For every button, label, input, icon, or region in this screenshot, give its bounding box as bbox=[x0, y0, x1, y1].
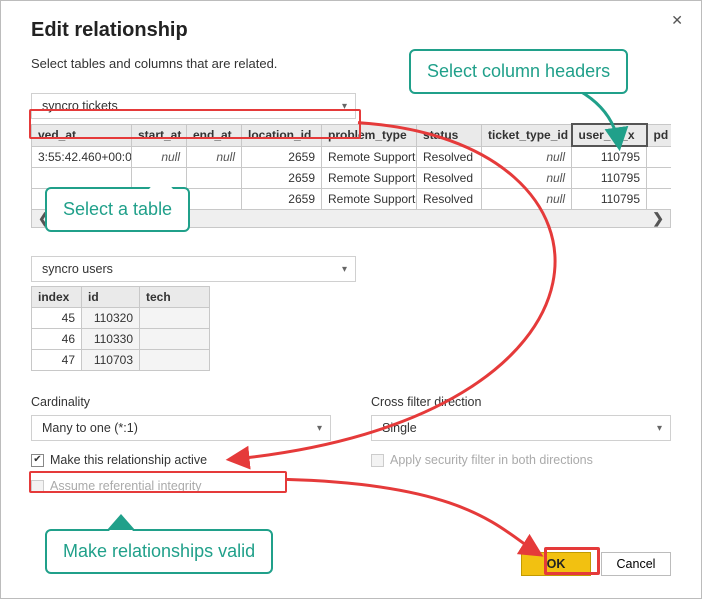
cell: Remote Support bbox=[322, 189, 417, 210]
horizontal-scrollbar[interactable]: ❮ ❯ bbox=[31, 210, 671, 228]
cancel-button[interactable]: Cancel bbox=[601, 552, 671, 576]
col-header[interactable]: id bbox=[82, 287, 140, 308]
cell: 110795 bbox=[572, 189, 647, 210]
cell: 46 bbox=[32, 329, 82, 350]
col-header-selected[interactable]: user_id_x bbox=[572, 124, 647, 146]
apply-security-checkbox-row: Apply security filter in both directions bbox=[371, 453, 671, 467]
cell bbox=[132, 168, 187, 189]
dialog-subtitle: Select tables and columns that are relat… bbox=[31, 56, 671, 71]
cell: Remote Support bbox=[322, 146, 417, 168]
cell: 3:55:42.460+00:00 bbox=[32, 146, 132, 168]
cell: 110703 bbox=[82, 350, 140, 371]
cell: 2659 bbox=[242, 189, 322, 210]
chevron-down-icon: ▾ bbox=[342, 264, 347, 275]
table-row: 2659 Remote Support Resolved null 110795 bbox=[32, 189, 672, 210]
cell: 110320 bbox=[82, 308, 140, 329]
cell: null bbox=[482, 189, 572, 210]
close-icon[interactable]: ✕ bbox=[667, 9, 687, 31]
col-header[interactable]: index bbox=[32, 287, 82, 308]
to-table-preview: index id tech 45 110320 46 110330 bbox=[31, 286, 671, 371]
table-row: 45 110320 bbox=[32, 308, 210, 329]
table-row: 46 110330 bbox=[32, 329, 210, 350]
table-row: 3:55:42.460+00:00 null null 2659 Remote … bbox=[32, 146, 672, 168]
scroll-left-icon[interactable]: ❮ bbox=[32, 210, 56, 227]
cell bbox=[187, 189, 242, 210]
col-header[interactable]: status bbox=[417, 124, 482, 146]
cell bbox=[647, 146, 672, 168]
crossfilter-label: Cross filter direction bbox=[371, 395, 671, 409]
cell: Resolved bbox=[417, 168, 482, 189]
cell: Resolved bbox=[417, 146, 482, 168]
col-header[interactable]: end_at bbox=[187, 124, 242, 146]
to-table-value: syncro users bbox=[42, 262, 113, 276]
cell: null bbox=[132, 146, 187, 168]
from-table-preview: ved_at start_at end_at location_id probl… bbox=[31, 123, 671, 228]
assume-integrity-checkbox bbox=[31, 480, 44, 493]
table-row: 2659 Remote Support Resolved null 110795 bbox=[32, 168, 672, 189]
table-row: 47 110703 bbox=[32, 350, 210, 371]
col-header[interactable]: problem_type bbox=[322, 124, 417, 146]
cell: null bbox=[187, 146, 242, 168]
cell bbox=[647, 168, 672, 189]
chevron-down-icon: ▾ bbox=[342, 101, 347, 112]
cell bbox=[647, 189, 672, 210]
edit-relationship-dialog: ✕ Edit relationship Select tables and co… bbox=[1, 1, 701, 598]
cell bbox=[32, 189, 132, 210]
chevron-down-icon: ▾ bbox=[657, 423, 662, 434]
scroll-right-icon[interactable]: ❯ bbox=[646, 210, 670, 227]
cell bbox=[140, 308, 210, 329]
cell bbox=[140, 350, 210, 371]
cell bbox=[140, 329, 210, 350]
make-active-label: Make this relationship active bbox=[50, 453, 207, 467]
cell: Resolved bbox=[417, 189, 482, 210]
make-active-checkbox-row[interactable]: Make this relationship active bbox=[31, 453, 331, 467]
crossfilter-value: Single bbox=[382, 421, 417, 435]
cell: 47 bbox=[32, 350, 82, 371]
cell: 110795 bbox=[572, 146, 647, 168]
from-table-dropdown[interactable]: syncro tickets ▾ bbox=[31, 93, 356, 119]
apply-security-checkbox bbox=[371, 454, 384, 467]
col-header[interactable]: pd bbox=[647, 124, 672, 146]
cell: Remote Support bbox=[322, 168, 417, 189]
apply-security-label: Apply security filter in both directions bbox=[390, 453, 593, 467]
cell: 2659 bbox=[242, 168, 322, 189]
cell: 2659 bbox=[242, 146, 322, 168]
assume-integrity-label: Assume referential integrity bbox=[50, 479, 201, 493]
dialog-frame: ✕ Edit relationship Select tables and co… bbox=[0, 0, 702, 599]
col-header[interactable]: ticket_type_id bbox=[482, 124, 572, 146]
ok-button[interactable]: OK bbox=[521, 552, 591, 576]
cell: 110330 bbox=[82, 329, 140, 350]
cell: 45 bbox=[32, 308, 82, 329]
from-table-value: syncro tickets bbox=[42, 99, 118, 113]
make-active-checkbox[interactable] bbox=[31, 454, 44, 467]
cell bbox=[132, 189, 187, 210]
cell: 110795 bbox=[572, 168, 647, 189]
dialog-title: Edit relationship bbox=[31, 19, 671, 42]
cell: null bbox=[482, 146, 572, 168]
chevron-down-icon: ▾ bbox=[317, 423, 322, 434]
to-table-dropdown[interactable]: syncro users ▾ bbox=[31, 256, 356, 282]
crossfilter-dropdown[interactable]: Single ▾ bbox=[371, 415, 671, 441]
cell: null bbox=[482, 168, 572, 189]
col-header[interactable]: start_at bbox=[132, 124, 187, 146]
cardinality-value: Many to one (*:1) bbox=[42, 421, 138, 435]
cardinality-dropdown[interactable]: Many to one (*:1) ▾ bbox=[31, 415, 331, 441]
col-header[interactable]: ved_at bbox=[32, 124, 132, 146]
col-header[interactable]: location_id bbox=[242, 124, 322, 146]
cell bbox=[32, 168, 132, 189]
assume-integrity-checkbox-row: Assume referential integrity bbox=[31, 479, 331, 493]
col-header[interactable]: tech bbox=[140, 287, 210, 308]
cell bbox=[187, 168, 242, 189]
table-header-row[interactable]: index id tech bbox=[32, 287, 210, 308]
table-header-row[interactable]: ved_at start_at end_at location_id probl… bbox=[32, 124, 672, 146]
cardinality-label: Cardinality bbox=[31, 395, 331, 409]
